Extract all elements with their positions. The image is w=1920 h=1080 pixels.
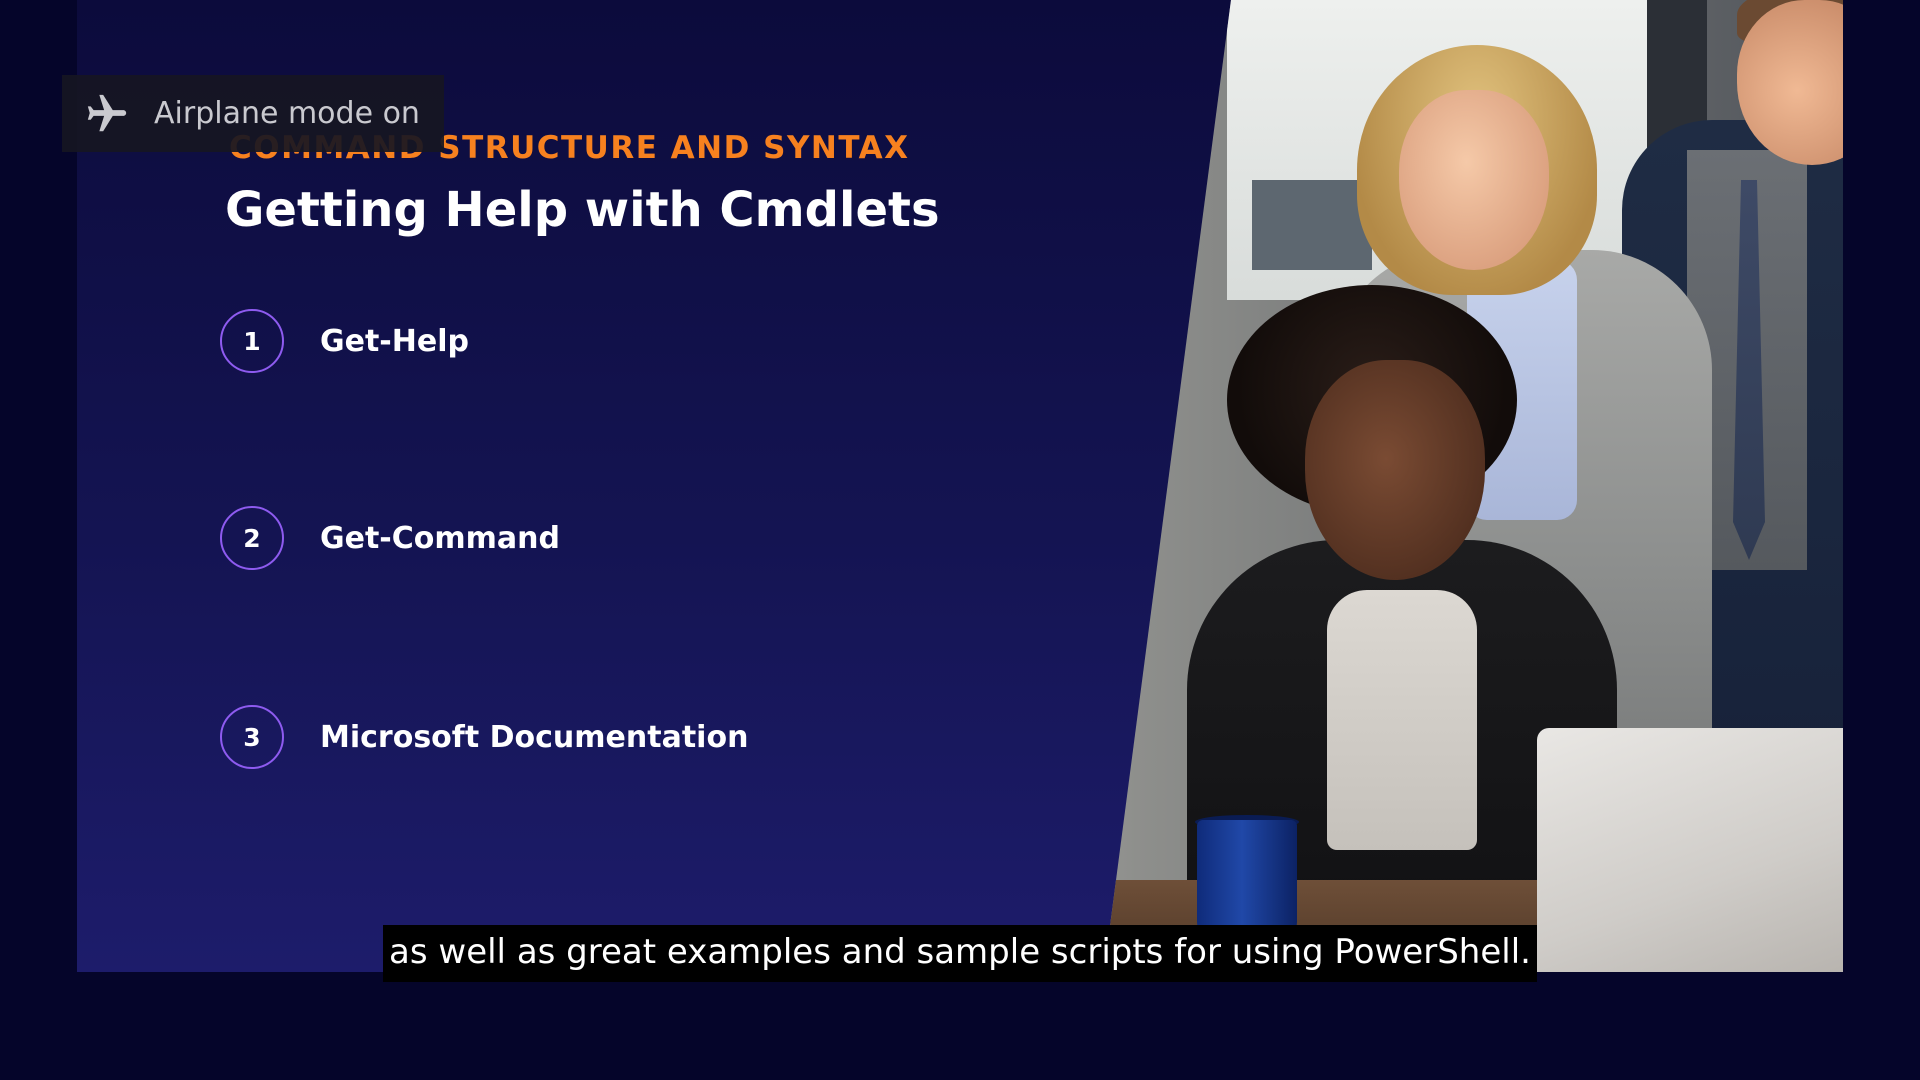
airplane-icon [87,94,127,131]
list-item-label: Get-Help [320,323,469,359]
step-number-badge: 1 [220,309,284,373]
photo-window-pane [1252,180,1372,270]
list-item: 1 Get-Help [220,309,469,373]
subtitle-bar: as well as great examples and sample scr… [0,925,1920,982]
list-item: 3 Microsoft Documentation [220,705,748,769]
notification-text: Airplane mode on [154,96,420,131]
subtitle-text: as well as great examples and sample scr… [383,925,1537,982]
photo-woman-seated-top [1327,590,1477,850]
slide-title: Getting Help with Cmdlets [225,182,940,238]
step-number-badge: 2 [220,506,284,570]
video-frame: COMMAND STRUCTURE AND SYNTAX Getting Hel… [0,0,1920,1080]
photo-mug [1197,820,1297,940]
list-item: 2 Get-Command [220,506,560,570]
photo-woman-seated-face [1305,360,1485,580]
step-number-badge: 3 [220,705,284,769]
list-item-label: Get-Command [320,520,560,556]
airplane-mode-notification[interactable]: Airplane mode on [62,75,444,152]
photo-woman-standing-face [1399,90,1549,270]
list-item-label: Microsoft Documentation [320,719,749,755]
